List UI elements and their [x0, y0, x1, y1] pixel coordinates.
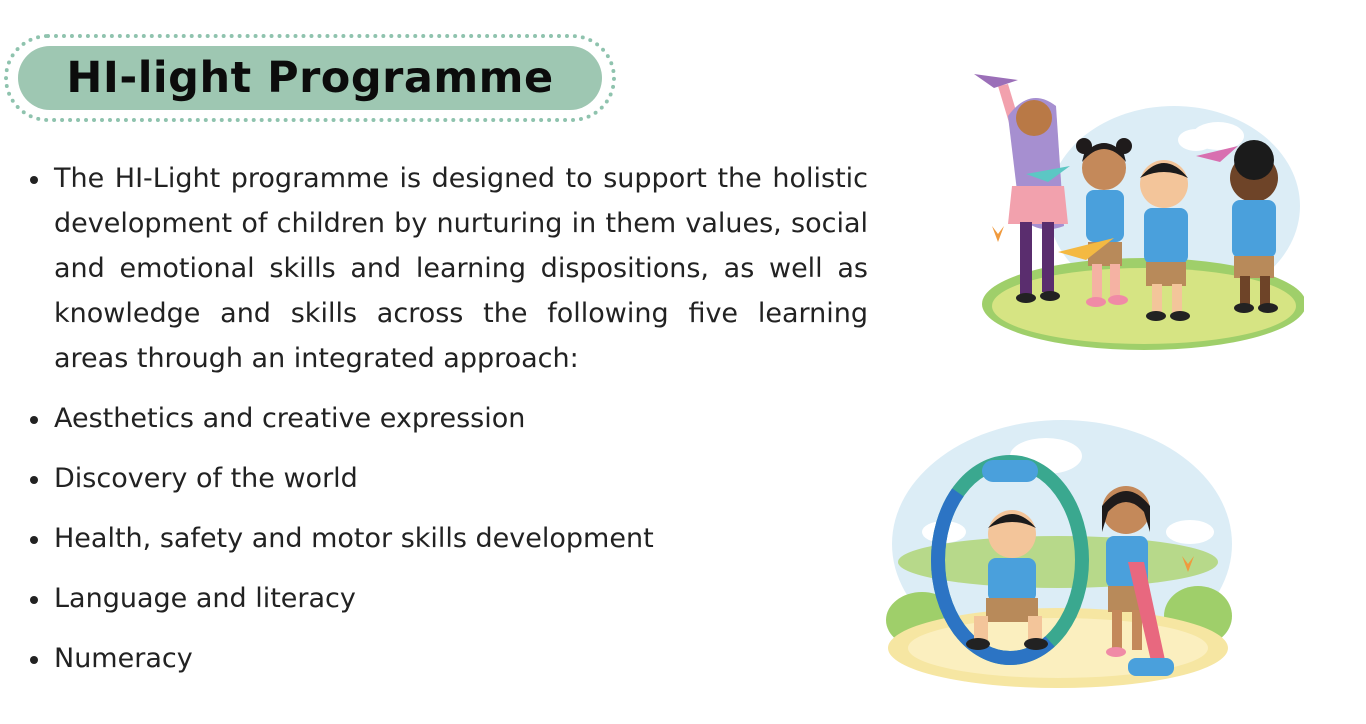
page-title: HI-light Programme: [66, 53, 554, 103]
sand-ground: [888, 608, 1228, 688]
learning-area-item: Discovery of the world: [28, 456, 868, 501]
learning-area-item: Numeracy: [28, 636, 868, 681]
title-banner: HI-light Programme: [4, 34, 616, 122]
learning-area-item: Health, safety and motor skills developm…: [28, 516, 868, 561]
butterfly-icon: [992, 226, 1004, 242]
learning-area-item: Language and literacy: [28, 576, 868, 621]
title-pill: HI-light Programme: [18, 46, 602, 110]
children-paper-planes-illustration: [974, 74, 1304, 350]
learning-area-item: Aesthetics and creative expression: [28, 396, 868, 441]
intro-paragraph: The HI-Light programme is designed to su…: [28, 156, 868, 381]
bullet-list: The HI-Light programme is designed to su…: [28, 156, 868, 681]
programme-description: The HI-Light programme is designed to su…: [28, 156, 868, 696]
children-playground-illustration: [886, 420, 1232, 688]
